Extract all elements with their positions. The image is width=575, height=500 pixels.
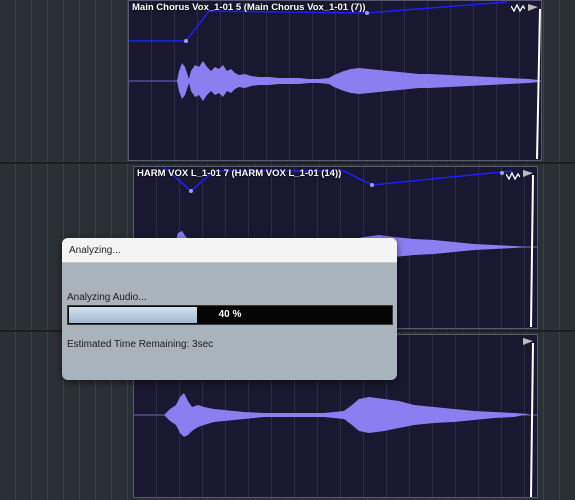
audio-clip-main-chorus[interactable]: Main Chorus Vox_1-01 5 (Main Chorus Vox_…: [128, 0, 542, 161]
analyzing-dialog: Analyzing... Analyzing Audio... 40 % Est…: [62, 238, 397, 380]
fade-out-line: [530, 342, 534, 497]
fade-out-line: [530, 174, 534, 328]
lane-divider: [0, 162, 575, 164]
waveform-toggle-icon[interactable]: [511, 3, 525, 15]
fade-out-line: [536, 8, 541, 160]
fade-handle-icon[interactable]: [527, 3, 541, 15]
progress-bar: 40 %: [67, 305, 393, 325]
fade-handle-icon[interactable]: [522, 337, 536, 349]
clip-graphics: [129, 1, 541, 160]
dialog-title: Analyzing...: [62, 238, 397, 263]
waveform: [164, 393, 529, 437]
automation-point: [370, 183, 374, 187]
automation-point: [189, 189, 193, 193]
automation-point: [184, 39, 188, 43]
progress-percent: 40 %: [218, 309, 242, 320]
automation-point: [500, 171, 504, 175]
waveform: [177, 61, 539, 101]
time-remaining: Estimated Time Remaining: 3sec: [67, 339, 214, 350]
fade-handle-icon[interactable]: [522, 169, 536, 181]
clip-title: HARM VOX L_1-01 7 (HARM VOX L_1-01 (14)): [137, 168, 342, 179]
waveform-toggle-icon[interactable]: [506, 171, 520, 183]
status-label: Analyzing Audio...: [67, 292, 147, 303]
clip-title: Main Chorus Vox_1-01 5 (Main Chorus Vox_…: [132, 2, 366, 13]
